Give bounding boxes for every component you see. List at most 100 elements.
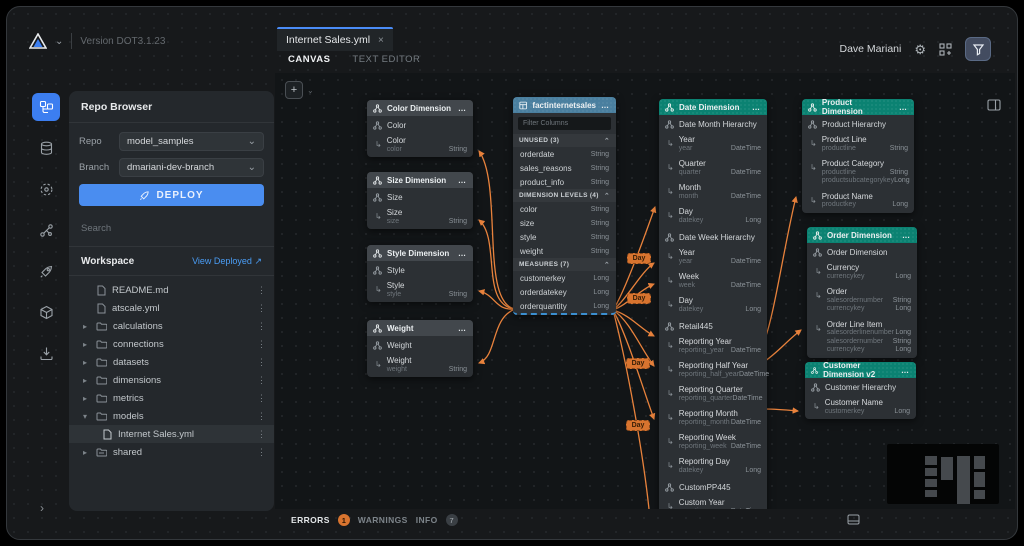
level-row[interactable]: ↳ Weight weightString [367, 353, 473, 377]
section-measures[interactable]: MEASURES (7) ⌃ [513, 258, 616, 271]
node-menu-icon[interactable]: … [458, 249, 467, 258]
tab-canvas[interactable]: CANVAS [288, 54, 330, 65]
hierarchy-row[interactable]: CustomPP445 [659, 478, 767, 495]
logo-chevron-icon[interactable]: ⌄ [55, 36, 63, 47]
level-row[interactable]: ↳ Color colorString [367, 133, 473, 157]
column-row[interactable]: sales_reasonsString [513, 161, 616, 175]
tree-row-datasets[interactable]: ▸ datasets ⋮ [69, 353, 274, 371]
node-menu-icon[interactable]: … [458, 104, 467, 113]
node-menu-icon[interactable]: … [601, 101, 610, 110]
node-customer-dimension-v2[interactable]: Customer Dimension v2 … Customer Hierarc… [805, 362, 916, 419]
level-row[interactable]: ↳Reporting Half Yearreporting_half_yearD… [659, 358, 767, 382]
section-dimension-levels[interactable]: DIMENSION LEVELS (4) ⌃ [513, 189, 616, 202]
hierarchy-row[interactable]: Customer Hierarchy [805, 378, 916, 395]
caret-right-icon[interactable]: ▸ [83, 376, 90, 385]
node-menu-icon[interactable]: … [902, 231, 911, 240]
chevron-up-icon[interactable]: ⌃ [604, 137, 610, 145]
column-row[interactable]: orderquantityLong [513, 299, 616, 313]
caret-right-icon[interactable]: ▸ [83, 322, 90, 331]
filter-columns-input[interactable]: Filter Columns [518, 117, 611, 130]
sidebar-expand-chevron[interactable]: › [40, 501, 44, 515]
minimap[interactable] [887, 444, 999, 504]
right-panel-toggle-icon[interactable] [987, 99, 1001, 111]
design-center-button[interactable] [965, 37, 991, 61]
org-grid-icon[interactable] [939, 43, 952, 56]
caret-right-icon[interactable]: ▸ [83, 394, 90, 403]
add-node-chevron-icon[interactable]: ⌄ [307, 86, 314, 95]
node-factinternetsales[interactable]: factinternetsales … Filter Columns UNUSE… [513, 97, 616, 315]
node-color-dimension[interactable]: Color Dimension … Color ↳ Color colorStr… [367, 100, 473, 157]
column-row[interactable]: customerkeyLong [513, 271, 616, 285]
level-row[interactable]: ↳Customer NamecustomerkeyLong [805, 395, 916, 419]
node-date-dimension[interactable]: Date Dimension … Date Month Hierarchy ↳Y… [659, 99, 767, 509]
row-menu-icon[interactable]: ⋮ [257, 357, 266, 368]
row-menu-icon[interactable]: ⋮ [257, 447, 266, 458]
level-row[interactable]: ↳MonthmonthDateTime [659, 180, 767, 204]
level-row[interactable]: ↳Reporting Yearreporting_yearDateTime [659, 334, 767, 358]
settings-gear-icon[interactable]: ⚙ [914, 43, 926, 56]
node-style-dimension[interactable]: Style Dimension … Style ↳ Style styleStr… [367, 245, 473, 302]
hierarchy-row[interactable]: Size [367, 188, 473, 205]
rail-launch-button[interactable] [32, 257, 60, 285]
hierarchy-row[interactable]: Date Month Hierarchy [659, 115, 767, 132]
tree-row-internet-sales-yml[interactable]: Internet Sales.yml ⋮ [69, 425, 274, 443]
node-menu-icon[interactable]: … [458, 324, 467, 333]
node-product-dimension[interactable]: Product Dimension … Product Hierarchy ↳P… [802, 99, 914, 213]
tree-row-calculations[interactable]: ▸ calculations ⋮ [69, 317, 274, 335]
row-menu-icon[interactable]: ⋮ [257, 393, 266, 404]
row-menu-icon[interactable]: ⋮ [257, 285, 266, 296]
level-row[interactable]: ↳DaydatekeyLong [659, 293, 767, 317]
chevron-up-icon[interactable]: ⌃ [604, 192, 610, 200]
caret-right-icon[interactable]: ▸ [83, 340, 90, 349]
node-menu-icon[interactable]: … [458, 176, 467, 185]
node-menu-icon[interactable]: … [752, 103, 761, 112]
tree-row-readme[interactable]: README.md ⋮ [69, 281, 274, 299]
hierarchy-row[interactable]: Date Week Hierarchy [659, 228, 767, 245]
column-row[interactable]: sizeString [513, 216, 616, 230]
column-row[interactable]: weightString [513, 244, 616, 258]
hierarchy-row[interactable]: Retail445 [659, 317, 767, 334]
level-row[interactable]: ↳ Size sizeString [367, 205, 473, 229]
rail-import-button[interactable] [32, 339, 60, 367]
view-deployed-link[interactable]: View Deployed ↗ [192, 256, 262, 267]
tree-row-models[interactable]: ▾ models ⋮ [69, 407, 274, 425]
column-row[interactable]: colorString [513, 202, 616, 216]
add-node-button[interactable]: + [285, 81, 303, 99]
node-menu-icon[interactable]: … [901, 366, 910, 375]
edge-label-chip[interactable]: Day [626, 358, 650, 369]
level-row[interactable]: ↳Reporting Weekreporting_weekDateTime [659, 430, 767, 454]
errors-label[interactable]: ERRORS [291, 515, 330, 525]
tab-close-icon[interactable]: × [378, 35, 384, 46]
level-row[interactable]: ↳Reporting DaydatekeyLong [659, 454, 767, 478]
rail-model-canvas-button[interactable] [32, 93, 60, 121]
edge-label-chip[interactable]: Day [627, 253, 651, 264]
column-row[interactable]: orderdateString [513, 147, 616, 161]
tree-row-metrics[interactable]: ▸ metrics ⋮ [69, 389, 274, 407]
column-row[interactable]: orderdatekeyLong [513, 285, 616, 299]
errors-count-badge[interactable]: 1 [338, 514, 350, 526]
edge-label-chip[interactable]: Day [627, 293, 651, 304]
level-row[interactable]: ↳WeekweekDateTime [659, 269, 767, 293]
section-unused[interactable]: UNUSED (3) ⌃ [513, 134, 616, 147]
chevron-up-icon[interactable]: ⌃ [604, 261, 610, 269]
caret-right-icon[interactable]: ▸ [83, 448, 90, 457]
tree-row-dimensions[interactable]: ▸ dimensions ⋮ [69, 371, 274, 389]
rail-settings-button[interactable] [32, 175, 60, 203]
tree-row-shared[interactable]: ▸ shared ⋮ [69, 443, 274, 461]
level-row[interactable]: ↳CurrencycurrencykeyLong [807, 260, 917, 284]
row-menu-icon[interactable]: ⋮ [257, 429, 266, 440]
column-row[interactable]: styleString [513, 230, 616, 244]
info-label[interactable]: INFO [416, 515, 438, 525]
level-row[interactable]: ↳Product NameproductkeyLong [802, 189, 914, 213]
search-input[interactable] [81, 223, 262, 234]
rail-lineage-button[interactable] [32, 216, 60, 244]
caret-right-icon[interactable]: ▸ [83, 358, 90, 367]
level-row[interactable]: ↳Product LineproductlineString [802, 132, 914, 156]
tree-row-atscale-yml[interactable]: atscale.yml ⋮ [69, 299, 274, 317]
tree-row-connections[interactable]: ▸ connections ⋮ [69, 335, 274, 353]
branch-select[interactable]: dmariani-dev-branch ⌄ [119, 158, 264, 177]
node-menu-icon[interactable]: … [899, 103, 908, 112]
level-row[interactable]: ↳QuarterquarterDateTime [659, 156, 767, 180]
deploy-button[interactable]: DEPLOY [79, 184, 264, 206]
node-size-dimension[interactable]: Size Dimension … Size ↳ Size sizeString [367, 172, 473, 229]
